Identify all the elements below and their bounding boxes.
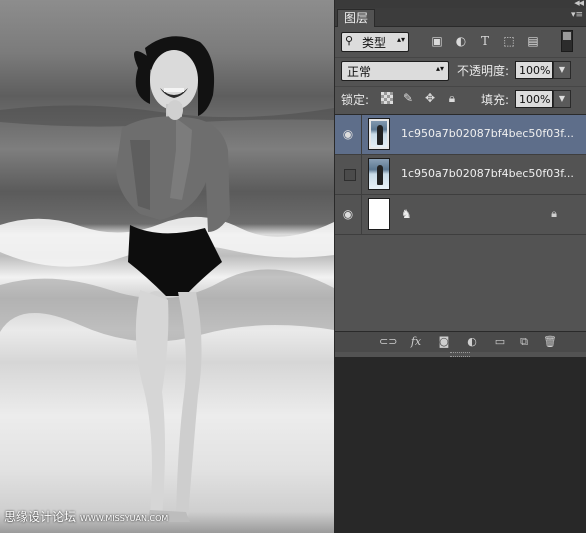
layer-row-background[interactable]: ◉ ♞ 🔒︎ xyxy=(335,195,586,235)
panel-tab-bar: 图层 ▾≡ xyxy=(335,8,586,27)
layer-row[interactable]: 1c950a7b02087bf4bec50f03f... xyxy=(335,155,586,195)
workspace-empty-area xyxy=(334,357,586,533)
layer-name[interactable]: 1c950a7b02087bf4bec50f03f... xyxy=(401,127,574,140)
layer-thumbnail xyxy=(368,118,390,150)
eye-icon[interactable]: ◉ xyxy=(341,207,355,221)
panel-menu-icon[interactable]: ▾≡ xyxy=(571,10,583,20)
layer-row[interactable]: ◉ 1c950a7b02087bf4bec50f03f... xyxy=(335,115,586,155)
blend-row: 正常 ▴▾ 不透明度: 100% ▼ xyxy=(335,57,586,82)
new-group-icon[interactable]: ▭ xyxy=(491,334,509,350)
layer-name[interactable]: 1c950a7b02087bf4bec50f03f... xyxy=(401,167,574,180)
type-filter-icon[interactable]: T xyxy=(477,33,493,49)
updown-arrows-icon: ▴▾ xyxy=(435,64,444,73)
layer-lock-icon: 🔒︎ xyxy=(551,207,557,220)
fill-label: 填充: xyxy=(481,93,510,107)
delete-layer-icon[interactable]: 🗑︎ xyxy=(541,334,559,350)
search-icon: ⚲ xyxy=(345,34,354,47)
photo-artwork xyxy=(0,36,334,522)
new-layer-icon[interactable]: ⧉ xyxy=(515,334,533,350)
watermark-site: WWW.MISSYUAN.COM xyxy=(80,514,169,523)
tab-layers[interactable]: 图层 xyxy=(337,9,376,27)
updown-arrows-icon: ▴▾ xyxy=(396,35,405,44)
fx-icon[interactable]: fx xyxy=(407,334,425,350)
add-mask-icon[interactable]: ◙ xyxy=(435,334,453,350)
lock-all-icon[interactable]: 🔒︎ xyxy=(445,91,459,105)
fill-dropdown-button[interactable]: ▼ xyxy=(553,90,571,108)
filter-kind-select[interactable]: ⚲ 类型 ▴▾ xyxy=(341,32,409,52)
adjustment-layer-icon[interactable]: ◐ xyxy=(463,334,481,350)
lock-transparent-icon[interactable] xyxy=(381,92,393,104)
lock-row: 锁定: ✎ ✥ 🔒︎ 填充: 100% ▼ xyxy=(335,86,586,111)
lock-position-icon[interactable]: ✥ xyxy=(423,91,437,105)
watermark: 思缘设计论坛 WWW.MISSYUAN.COM xyxy=(4,508,168,525)
opacity-field[interactable]: 100% xyxy=(515,61,553,79)
fill-field[interactable]: 100% xyxy=(515,90,553,108)
image-filter-icon[interactable]: ▣ xyxy=(429,33,445,49)
adjustment-filter-icon[interactable]: ◐ xyxy=(453,33,469,49)
column-divider xyxy=(361,115,362,154)
layers-panel: ◀◀ 图层 ▾≡ ⚲ 类型 ▴▾ ▣ ◐ T ⬚ ▤ 正常 ▴▾ 不透明度: 1… xyxy=(334,0,586,357)
opacity-dropdown-button[interactable]: ▼ xyxy=(553,61,571,79)
panel-header-strip: ◀◀ xyxy=(335,0,586,8)
blend-mode-value: 正常 xyxy=(347,65,372,79)
opacity-label: 不透明度: xyxy=(457,64,510,78)
layer-thumbnail xyxy=(368,158,390,190)
watermark-text: 思缘设计论坛 xyxy=(4,510,77,524)
column-divider xyxy=(361,195,362,234)
layer-thumbnail xyxy=(368,198,390,230)
layer-glyph: ♞ xyxy=(401,207,412,221)
visibility-toggle-off[interactable] xyxy=(344,169,356,181)
filter-kind-value: 类型 xyxy=(362,36,387,50)
layers-list: ◉ 1c950a7b02087bf4bec50f03f... 1c950a7b0… xyxy=(335,114,586,331)
eye-icon[interactable]: ◉ xyxy=(341,127,355,141)
layer-filter-row: ⚲ 类型 ▴▾ ▣ ◐ T ⬚ ▤ xyxy=(335,30,586,54)
link-layers-icon[interactable]: ⊂⊃ xyxy=(379,334,397,350)
layers-bottom-toolbar: ⊂⊃ fx ◙ ◐ ▭ ⧉ 🗑︎ xyxy=(335,331,586,352)
collapse-panel-icon[interactable]: ◀◀ xyxy=(574,0,584,7)
shape-filter-icon[interactable]: ⬚ xyxy=(501,33,517,49)
column-divider xyxy=(361,155,362,194)
document-canvas[interactable]: 思缘设计论坛 WWW.MISSYUAN.COM xyxy=(0,0,334,533)
lock-image-icon[interactable]: ✎ xyxy=(401,91,415,105)
lock-label: 锁定: xyxy=(341,93,370,107)
filter-toggle[interactable] xyxy=(561,30,573,52)
smart-object-filter-icon[interactable]: ▤ xyxy=(525,33,541,49)
blend-mode-select[interactable]: 正常 ▴▾ xyxy=(341,61,449,81)
